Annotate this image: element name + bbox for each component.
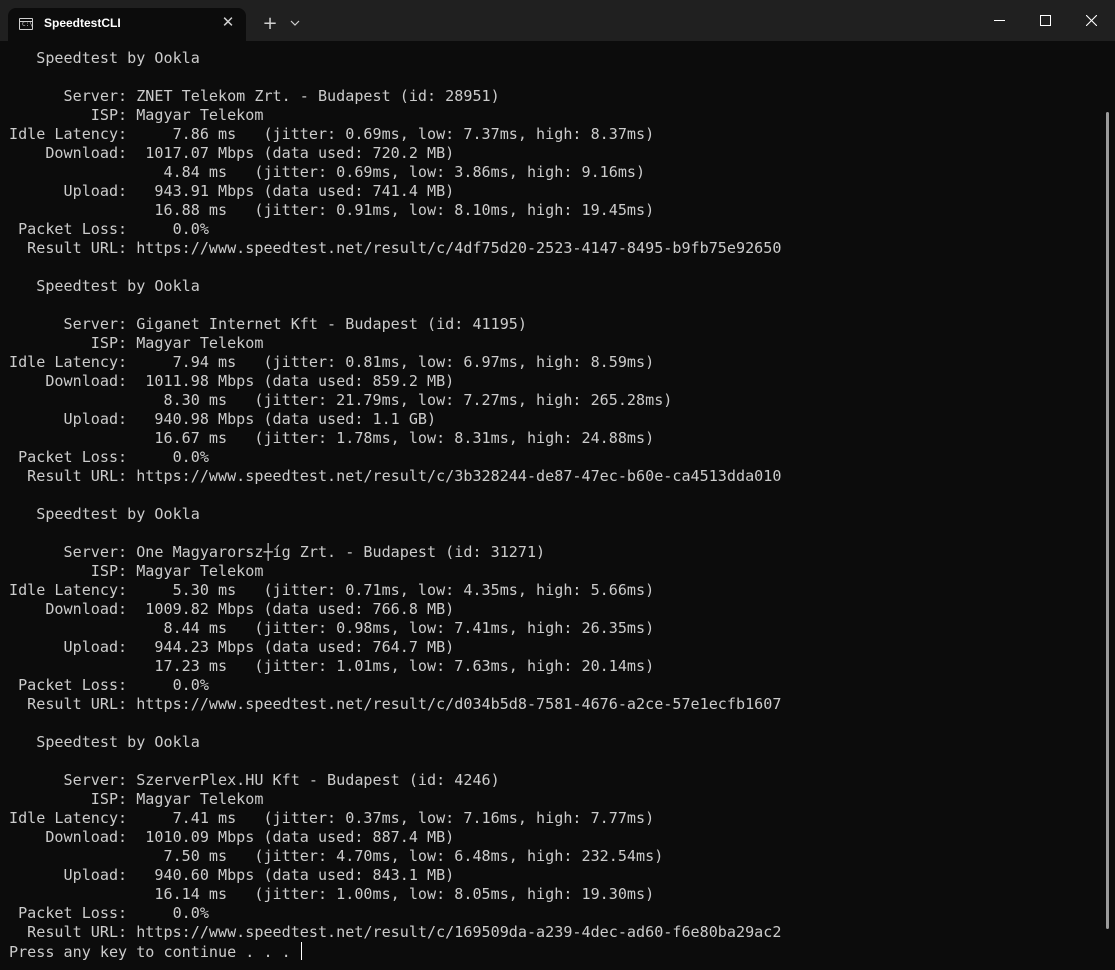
terminal-line: 8.30 ms (jitter: 21.79ms, low: 7.27ms, h… [9,391,673,409]
terminal-line: Result URL: https://www.speedtest.net/re… [9,239,782,257]
terminal-line: Packet Loss: 0.0% [9,448,209,466]
terminal-line: ISP: Magyar Telekom [9,106,264,124]
terminal-line: ISP: Magyar Telekom [9,334,264,352]
terminal-line: 4.84 ms (jitter: 0.69ms, low: 3.86ms, hi… [9,163,646,181]
terminal-line: 16.67 ms (jitter: 1.78ms, low: 8.31ms, h… [9,429,655,447]
prompt-line: Press any key to continue . . . [9,942,1115,961]
terminal-line: 16.14 ms (jitter: 1.00ms, low: 8.05ms, h… [9,885,655,903]
terminal-line: Speedtest by Ookla [9,505,200,523]
terminal-line: 7.50 ms (jitter: 4.70ms, low: 6.48ms, hi… [9,847,664,865]
terminal-line: Idle Latency: 7.86 ms (jitter: 0.69ms, l… [9,125,655,143]
terminal-line: Speedtest by Ookla [9,277,200,295]
terminal-line: Result URL: https://www.speedtest.net/re… [9,923,782,941]
text-cursor [300,942,302,960]
maximize-icon [1040,15,1051,26]
terminal-line: Upload: 940.60 Mbps (data used: 843.1 MB… [9,866,455,884]
terminal-line: 16.88 ms (jitter: 0.91ms, low: 8.10ms, h… [9,201,655,219]
terminal-line: Result URL: https://www.speedtest.net/re… [9,695,782,713]
tab-title: SpeedtestCLI [44,16,121,30]
terminal-line: Download: 1010.09 Mbps (data used: 887.4… [9,828,455,846]
title-bar: C:\ SpeedtestCLI ✕ + [0,0,1115,41]
chevron-down-icon[interactable] [289,14,309,34]
terminal-line: Packet Loss: 0.0% [9,904,209,922]
terminal-icon: C:\ [19,18,33,30]
terminal-line: Download: 1009.82 Mbps (data used: 766.8… [9,600,455,618]
terminal-line: Server: One Magyarorsz┼íg Zrt. - Budapes… [9,543,546,561]
terminal-line: Download: 1011.98 Mbps (data used: 859.2… [9,372,455,390]
close-window-button[interactable] [1068,0,1114,41]
terminal-line: Server: Giganet Internet Kft - Budapest … [9,315,527,333]
close-icon [1086,15,1097,26]
terminal-line: 8.44 ms (jitter: 0.98ms, low: 7.41ms, hi… [9,619,655,637]
terminal-line: 17.23 ms (jitter: 1.01ms, low: 7.63ms, h… [9,657,655,675]
prompt-text: Press any key to continue . . . [9,943,300,961]
terminal-line: Server: ZNET Telekom Zrt. - Budapest (id… [9,87,500,105]
terminal-line: ISP: Magyar Telekom [9,562,264,580]
terminal-line: Download: 1017.07 Mbps (data used: 720.2… [9,144,455,162]
terminal-line: Idle Latency: 7.41 ms (jitter: 0.37ms, l… [9,809,655,827]
close-tab-icon[interactable]: ✕ [218,12,238,32]
terminal-line: Idle Latency: 7.94 ms (jitter: 0.81ms, l… [9,353,655,371]
terminal-line: Idle Latency: 5.30 ms (jitter: 0.71ms, l… [9,581,655,599]
maximize-button[interactable] [1022,0,1068,41]
terminal-line: Upload: 943.91 Mbps (data used: 741.4 MB… [9,182,455,200]
terminal-line: Packet Loss: 0.0% [9,676,209,694]
scrollbar[interactable] [1106,112,1109,929]
terminal-line: Server: SzerverPlex.HU Kft - Budapest (i… [9,771,500,789]
terminal-line: Result URL: https://www.speedtest.net/re… [9,467,782,485]
new-tab-button[interactable]: + [258,12,282,36]
terminal-line: Speedtest by Ookla [9,49,200,67]
terminal-line: ISP: Magyar Telekom [9,790,264,808]
terminal-output[interactable]: Speedtest by Ookla Server: ZNET Telekom … [9,49,1115,961]
terminal-line: Upload: 944.23 Mbps (data used: 764.7 MB… [9,638,455,656]
minimize-icon [994,20,1005,21]
tab-speedtestcli[interactable]: C:\ SpeedtestCLI ✕ [8,8,246,41]
minimize-button[interactable] [976,0,1022,41]
terminal-line: Upload: 940.98 Mbps (data used: 1.1 GB) [9,410,437,428]
terminal-line: Speedtest by Ookla [9,733,200,751]
terminal-line: Packet Loss: 0.0% [9,220,209,238]
